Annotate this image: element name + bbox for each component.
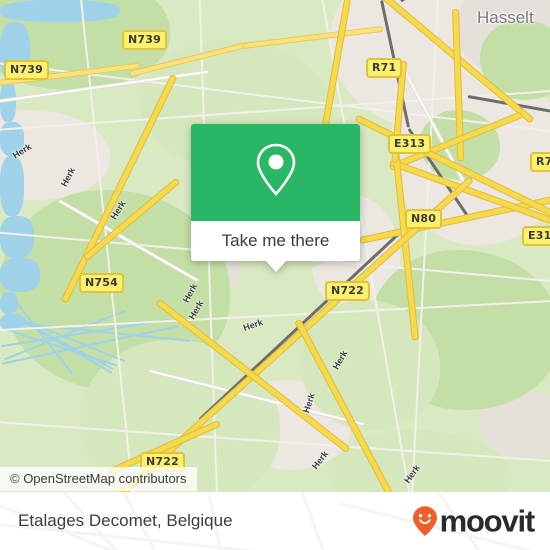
callout-icon-panel <box>191 124 360 221</box>
take-me-there-label: Take me there <box>221 231 330 250</box>
road-shield: R71 <box>530 152 550 172</box>
moovit-pin-icon <box>412 506 438 537</box>
bottom-info-bar: Etalages Decomet, Belgique moovit <box>0 492 550 550</box>
map-canvas[interactable]: Hasselt Herk Herk Herk Herk Herk Herk Herk Herk… <box>0 0 550 492</box>
map-pin-icon <box>253 141 299 204</box>
moovit-logo[interactable]: moovit <box>412 503 536 539</box>
road-shield: N80 <box>405 209 443 229</box>
road-shield: N754 <box>79 273 124 293</box>
road-shield: E313 <box>522 226 550 246</box>
moovit-map-screen: Hasselt Herk Herk Herk Herk Herk Herk Herk Herk… <box>0 0 550 550</box>
road-shield: N739 <box>4 60 49 80</box>
road-shield: N739 <box>122 30 167 50</box>
callout-tail <box>265 261 286 272</box>
location-title: Etalages Decomet, Belgique <box>18 511 233 530</box>
road-shield: E313 <box>388 134 432 154</box>
osm-attribution[interactable]: © OpenStreetMap contributors <box>0 467 197 491</box>
road-shield: R71 <box>366 58 403 78</box>
take-me-there-button[interactable]: Take me there <box>191 221 360 261</box>
destination-callout[interactable]: Take me there <box>191 124 360 272</box>
road-shield: N722 <box>325 281 370 301</box>
moovit-wordmark: moovit <box>439 503 536 539</box>
